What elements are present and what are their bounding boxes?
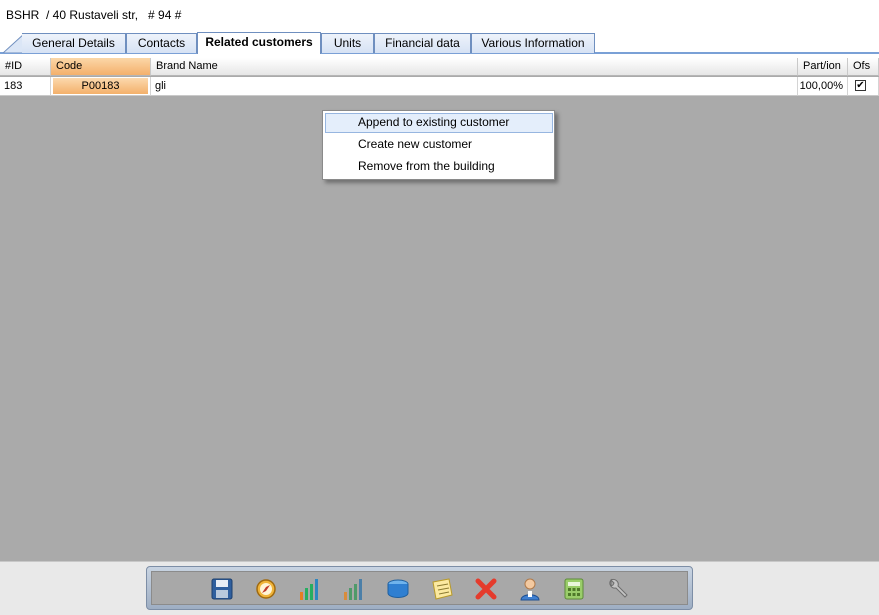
- tab-contacts[interactable]: Contacts: [126, 33, 197, 53]
- menu-item-append-existing-customer[interactable]: Append to existing customer: [325, 113, 553, 133]
- cell-partition[interactable]: 100,00%: [798, 77, 848, 96]
- context-menu: Append to existing customer Create new c…: [322, 110, 555, 180]
- delete-icon[interactable]: [473, 576, 499, 602]
- column-header-code[interactable]: Code: [51, 58, 151, 76]
- calculator-icon[interactable]: [561, 576, 587, 602]
- cell-code[interactable]: P00183: [51, 77, 151, 96]
- menu-item-remove-from-building[interactable]: Remove from the building: [325, 157, 553, 177]
- cell-id[interactable]: 183: [0, 77, 51, 96]
- database-icon[interactable]: [385, 576, 411, 602]
- tab-various-information[interactable]: Various Information: [471, 33, 595, 53]
- cell-brand-name[interactable]: gli: [151, 77, 798, 96]
- user-icon[interactable]: [517, 576, 543, 602]
- compass-icon[interactable]: [253, 576, 279, 602]
- notepad-icon[interactable]: [429, 576, 455, 602]
- column-header-brand-name[interactable]: Brand Name: [151, 58, 798, 76]
- ofs-checkbox[interactable]: ✔: [855, 80, 866, 91]
- window-title: BSHR / 40 Rustaveli str, # 94 #: [6, 8, 182, 22]
- tab-general-details[interactable]: General Details: [22, 33, 126, 53]
- title-bar: BSHR / 40 Rustaveli str, # 94 #: [0, 0, 879, 32]
- code-value[interactable]: P00183: [53, 78, 148, 94]
- cell-ofs[interactable]: ✔: [848, 77, 879, 96]
- tab-units[interactable]: Units: [321, 33, 374, 53]
- column-header-id[interactable]: #ID: [0, 58, 51, 76]
- column-header-ofs[interactable]: Ofs: [848, 58, 879, 76]
- menu-item-create-new-customer[interactable]: Create new customer: [325, 135, 553, 155]
- tab-financial-data[interactable]: Financial data: [374, 33, 471, 53]
- bar-chart-gray-icon[interactable]: [341, 576, 367, 602]
- bar-chart-icon[interactable]: [297, 576, 323, 602]
- wrench-icon[interactable]: [605, 576, 631, 602]
- save-icon[interactable]: [209, 576, 235, 602]
- column-header-partition[interactable]: Part/ion: [798, 58, 848, 76]
- tab-related-customers[interactable]: Related customers: [197, 32, 321, 54]
